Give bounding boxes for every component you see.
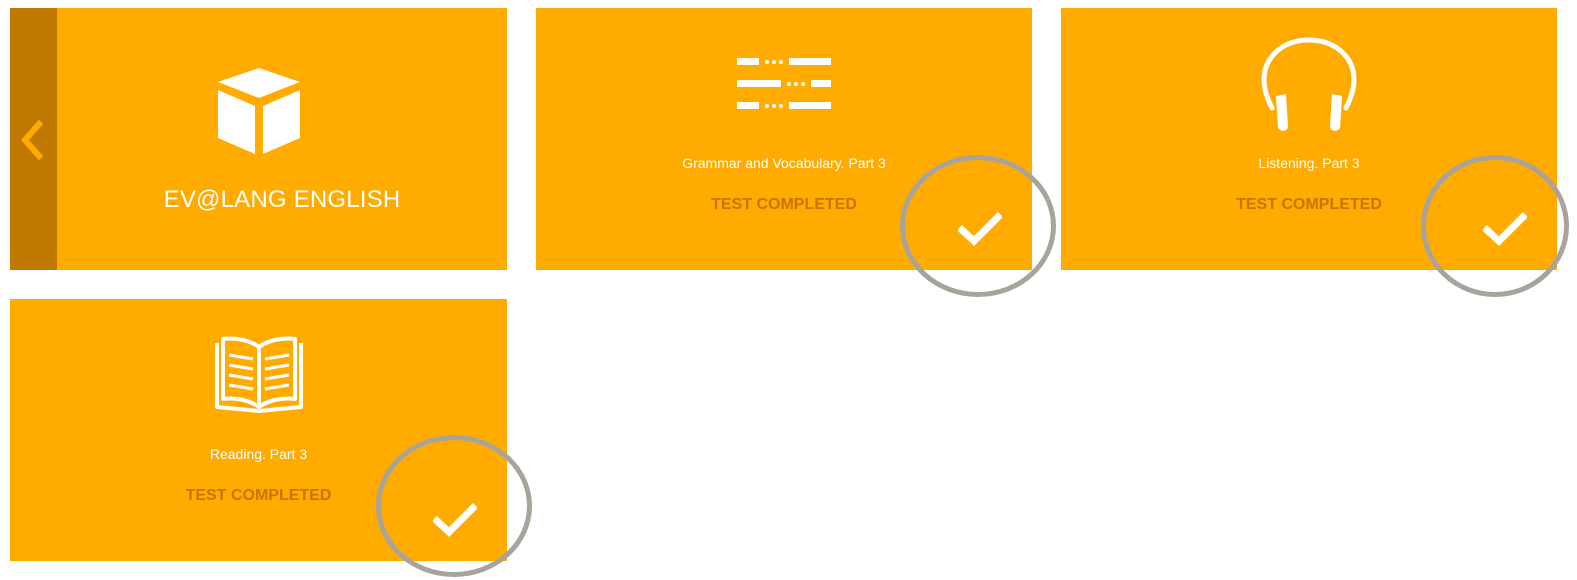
test-tile-grammar[interactable]: Grammar and Vocabulary. Part 3 TEST COMP…: [536, 8, 1032, 270]
evalang-english-tile: EV@LANG ENGLISH: [10, 8, 507, 270]
test-label: Listening. Part 3: [1258, 155, 1360, 171]
checkmark-icon: [433, 503, 477, 537]
test-tile-listening[interactable]: Listening. Part 3 TEST COMPLETED: [1061, 8, 1557, 270]
test-dashboard: EV@LANG ENGLISH Grammar and Vocabulary. …: [0, 0, 1577, 580]
headphones-icon: [1261, 37, 1357, 131]
open-book-icon: [214, 336, 303, 413]
course-title: EV@LANG ENGLISH: [163, 186, 401, 213]
test-label: Reading. Part 3: [209, 446, 308, 462]
checkmark-icon: [958, 212, 1002, 246]
checkmark-icon: [1483, 212, 1527, 246]
test-label: Grammar and Vocabulary. Part 3: [682, 155, 886, 171]
cube-icon: [218, 68, 300, 154]
test-tile-reading[interactable]: Reading. Part 3 TEST COMPLETED: [10, 299, 507, 561]
chevron-left-icon: [21, 120, 44, 160]
fill-in-blanks-icon: [737, 58, 831, 109]
back-button[interactable]: [10, 8, 57, 270]
